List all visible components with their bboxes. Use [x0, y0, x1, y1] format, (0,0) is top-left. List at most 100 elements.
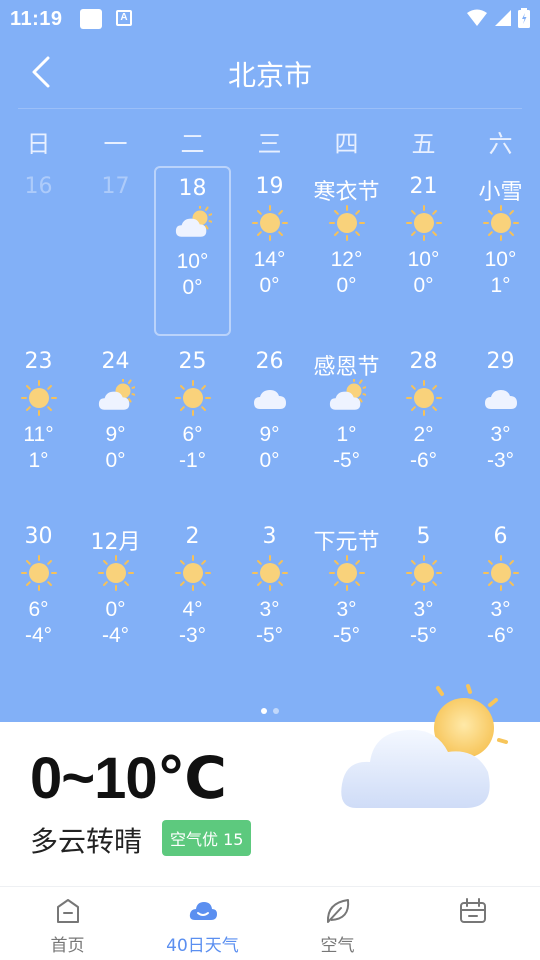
day-label: 29 [486, 349, 515, 374]
day-cell[interactable]: 小雪 10° 1° [462, 166, 539, 336]
high-temperature: 6° [182, 423, 203, 446]
week-row: 23 11° 1° 24 9° 0° 25 6° -1° 26 9° 0° 感恩节 1° -5° 28 2° -6… [0, 341, 540, 516]
weekday-label: 四 [334, 130, 359, 158]
tab-40-day-weather[interactable]: 40日天气 [135, 887, 270, 960]
day-cell[interactable]: 6 3° -6° [462, 516, 539, 686]
sunny-icon [174, 379, 212, 417]
battery-icon [518, 8, 530, 28]
sunny-icon [405, 204, 443, 242]
day-cell[interactable]: 29 3° -3° [462, 341, 539, 511]
low-temperature: 1° [28, 449, 49, 472]
weekday-label: 日 [26, 130, 51, 158]
low-temperature: -5° [332, 624, 361, 647]
status-bar: 11:19 A [0, 0, 540, 36]
weather-condition: 多云转晴 [30, 825, 143, 858]
tab-label-home: 首页 [50, 936, 85, 956]
high-temperature: 3° [490, 598, 511, 621]
low-temperature: -5° [332, 449, 361, 472]
day-label: 5 [416, 524, 431, 549]
sunny-icon [328, 204, 366, 242]
high-temperature: 10° [484, 248, 517, 271]
day-cell-selected[interactable]: 18 10° 0° [154, 166, 231, 336]
day-cell[interactable]: 下元节 3° -5° [308, 516, 385, 686]
day-cell[interactable]: 感恩节 1° -5° [308, 341, 385, 511]
day-cell[interactable]: 21 10° 0° [385, 166, 462, 336]
day-cell[interactable]: 17 [77, 166, 154, 336]
header-divider [18, 108, 522, 109]
day-cell[interactable]: 5 3° -5° [385, 516, 462, 686]
low-temperature: -3° [178, 624, 207, 647]
day-label: 28 [409, 349, 438, 374]
city-title: 北京市 [227, 59, 312, 92]
header: 北京市 [0, 44, 540, 100]
high-temperature: 6° [28, 598, 49, 621]
tab-calendar[interactable] [405, 887, 540, 960]
sunny-icon [174, 554, 212, 592]
weekday-label: 二 [180, 130, 205, 158]
day-cell[interactable]: 寒衣节 12° 0° [308, 166, 385, 336]
forty-day-grid: 16 17 18 10° 0° 19 14° 0° 寒衣节 12° 0° 21 10° 0° 小雪 10° 1°… [0, 166, 540, 691]
low-temperature: -6° [409, 449, 438, 472]
weather-calendar-panel: 11:19 A 北京市 日 一 二 三 四 五 六 16 17 18 10° 0° 19 14° 0° 寒衣… [0, 0, 540, 722]
low-temperature: -4° [24, 624, 53, 647]
tab-home[interactable]: 首页 [0, 887, 135, 960]
day-label: 21 [409, 174, 438, 199]
cloudy-icon [482, 379, 520, 417]
day-cell[interactable]: 24 9° 0° [77, 341, 154, 511]
low-temperature: -4° [101, 624, 130, 647]
low-temperature: 0° [259, 274, 280, 297]
low-temperature: 1° [490, 274, 511, 297]
high-temperature: 11° [23, 423, 54, 446]
high-temperature: 10° [407, 248, 440, 271]
status-indicators [466, 8, 530, 28]
leaf-icon [326, 899, 349, 923]
day-cell[interactable]: 3 3° -5° [231, 516, 308, 686]
day-cell[interactable]: 12月 0° -4° [77, 516, 154, 686]
day-cell[interactable]: 23 11° 1° [0, 341, 77, 511]
low-temperature: 0° [336, 274, 357, 297]
day-label: 寒衣节 [313, 180, 380, 205]
page-dot-active [261, 708, 267, 714]
air-quality-badge[interactable]: 空气优 15 [162, 820, 252, 856]
low-temperature: 0° [105, 449, 126, 472]
week-row: 16 17 18 10° 0° 19 14° 0° 寒衣节 12° 0° 21 10° 0° 小雪 10° 1° [0, 166, 540, 341]
weekday-label: 六 [488, 130, 513, 158]
week-row: 30 6° -4° 12月 0° -4° 2 4° -3° 3 3° -5° 下元节 3° -5° 5 3° -5… [0, 516, 540, 691]
day-label: 6 [493, 524, 508, 549]
day-cell[interactable]: 26 9° 0° [231, 341, 308, 511]
bottom-tab-bar: 首页 40日天气 空气 [0, 886, 540, 960]
day-cell[interactable]: 16 [0, 166, 77, 336]
day-label: 24 [101, 349, 130, 374]
high-temperature: 12° [330, 248, 363, 271]
low-temperature: -5° [409, 624, 438, 647]
day-label: 感恩节 [313, 355, 380, 380]
low-temperature: -1° [178, 449, 207, 472]
high-temperature: 9° [105, 423, 126, 446]
weekday-label: 三 [257, 130, 282, 158]
day-label: 17 [101, 174, 130, 199]
day-cell[interactable]: 28 2° -6° [385, 341, 462, 511]
sunny-icon [405, 554, 443, 592]
cloud-icon [189, 902, 217, 920]
day-cell[interactable]: 19 14° 0° [231, 166, 308, 336]
sunny-icon [482, 554, 520, 592]
weekday-label: 五 [411, 130, 436, 158]
partly-cloudy-icon [174, 204, 213, 244]
day-cell[interactable]: 25 6° -1° [154, 341, 231, 511]
day-label: 25 [178, 349, 207, 374]
high-temperature: 3° [413, 598, 434, 621]
tab-air[interactable]: 空气 [270, 887, 405, 960]
day-label: 30 [24, 524, 53, 549]
accessibility-a-icon: A [116, 10, 132, 26]
sunny-icon [97, 554, 135, 592]
sunny-icon [20, 554, 58, 592]
weekday-label: 一 [103, 130, 128, 158]
day-label: 12月 [90, 530, 141, 555]
day-label: 23 [24, 349, 53, 374]
low-temperature: 0° [182, 276, 203, 299]
day-cell[interactable]: 2 4° -3° [154, 516, 231, 686]
day-label: 下元节 [313, 530, 380, 555]
calendar-icon [459, 898, 486, 923]
high-temperature: 4° [182, 598, 203, 621]
day-cell[interactable]: 30 6° -4° [0, 516, 77, 686]
